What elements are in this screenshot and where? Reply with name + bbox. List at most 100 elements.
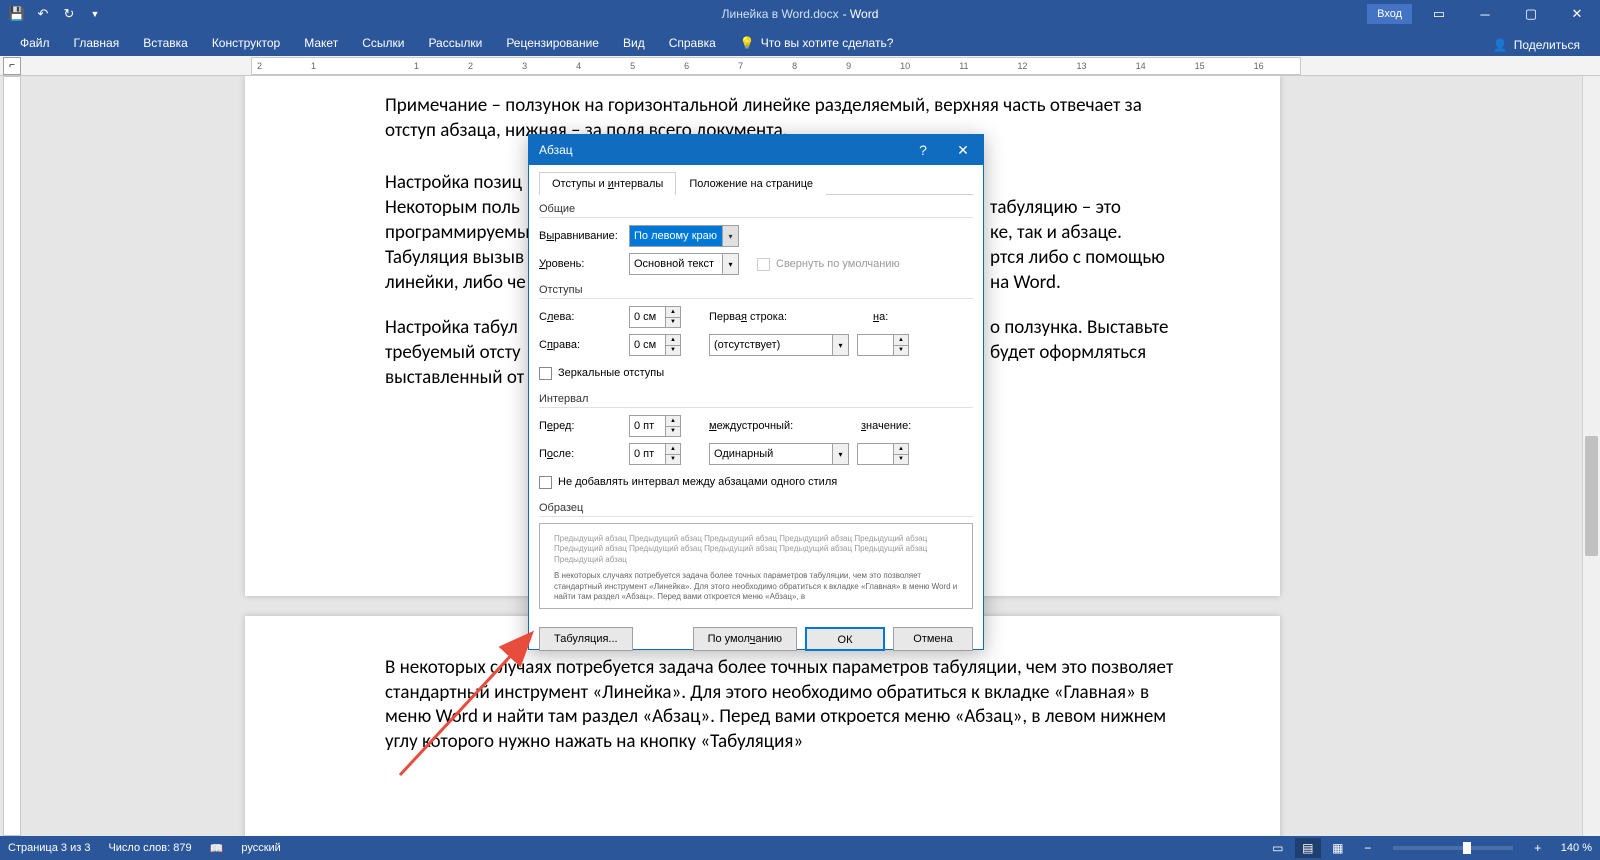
maximize-icon[interactable]: ▢ xyxy=(1508,0,1554,28)
horizontal-ruler[interactable]: 2 1 1 2 3 4 5 6 7 8 9 10 11 12 13 14 15 … xyxy=(251,57,1301,75)
mirror-checkbox[interactable] xyxy=(539,367,552,380)
close-icon[interactable]: ✕ xyxy=(1554,0,1600,28)
ruler-tick: 10 xyxy=(900,61,910,71)
zoom-out-icon[interactable]: − xyxy=(1355,838,1381,858)
redo-icon[interactable]: ↻ xyxy=(60,5,78,23)
language[interactable]: русский xyxy=(241,842,280,854)
section-general: Общие xyxy=(539,203,973,218)
lightbulb-icon: 💡 xyxy=(740,36,755,50)
spin-up-icon[interactable]: ▲ xyxy=(666,307,680,318)
spin-down-icon[interactable]: ▼ xyxy=(666,455,680,465)
alignment-dropdown[interactable]: По левому краю ▾ xyxy=(629,225,739,247)
ruler-tick: 8 xyxy=(792,61,797,71)
alignment-value: По левому краю xyxy=(634,230,717,242)
before-spinner[interactable]: 0 пт ▲▼ xyxy=(629,415,681,437)
chevron-down-icon: ▾ xyxy=(832,444,848,464)
dialog-tab-indents[interactable]: Отступы и интервалы xyxy=(539,172,676,195)
spell-check-icon[interactable]: 📖 xyxy=(210,842,224,855)
signin-button[interactable]: Вход xyxy=(1367,4,1412,24)
indent-right-spinner[interactable]: 0 см ▲▼ xyxy=(629,334,681,356)
firstline-dropdown[interactable]: (отсутствует) ▾ xyxy=(709,334,849,356)
paragraph: В некоторых случаях потребуется задача б… xyxy=(385,656,1195,755)
spin-up-icon[interactable]: ▲ xyxy=(894,444,908,455)
collapse-checkbox xyxy=(757,258,770,271)
nospace-label: Не добавлять интервал между абзацами одн… xyxy=(558,476,837,488)
minimize-icon[interactable]: ─ xyxy=(1462,0,1508,28)
dialog-title: Абзац xyxy=(539,143,573,157)
close-icon[interactable]: ✕ xyxy=(943,135,983,165)
zoom-thumb[interactable] xyxy=(1463,842,1471,854)
spin-down-icon[interactable]: ▼ xyxy=(894,346,908,356)
nospace-checkbox[interactable] xyxy=(539,476,552,489)
tell-me-search[interactable]: 💡 Что вы хотите сделать? xyxy=(728,30,906,56)
tab-references[interactable]: Ссылки xyxy=(350,30,416,56)
tab-selector[interactable]: ⌐ xyxy=(3,57,21,75)
qat-customize-icon[interactable]: ▼ xyxy=(86,5,104,23)
tab-view[interactable]: Вид xyxy=(611,30,657,56)
help-icon[interactable]: ? xyxy=(903,135,943,165)
save-icon[interactable]: 💾 xyxy=(8,5,26,23)
app-name: - Word xyxy=(843,7,879,21)
share-button[interactable]: 👤 Поделиться xyxy=(1485,34,1588,56)
collapse-label: Свернуть по умолчанию xyxy=(776,258,900,270)
label-firstline: Первая строка: xyxy=(709,311,819,323)
share-icon: 👤 xyxy=(1493,38,1508,52)
spin-up-icon[interactable]: ▲ xyxy=(894,335,908,346)
spin-up-icon[interactable]: ▲ xyxy=(666,335,680,346)
indent-right-value: 0 см xyxy=(634,339,656,351)
indent-left-spinner[interactable]: 0 см ▲▼ xyxy=(629,306,681,328)
ruler-tick: 1 xyxy=(311,61,316,71)
ruler-tick: 5 xyxy=(630,61,635,71)
dialog-title-bar[interactable]: Абзац ? ✕ xyxy=(529,135,983,165)
default-button[interactable]: По умолчанию xyxy=(693,627,797,651)
ok-button[interactable]: ОК xyxy=(805,627,885,651)
print-layout-icon[interactable]: ▤ xyxy=(1295,838,1321,858)
label-level: Уровень: xyxy=(539,258,629,270)
tab-layout[interactable]: Макет xyxy=(292,30,350,56)
ribbon-tabs: Файл Главная Вставка Конструктор Макет С… xyxy=(0,28,1600,56)
spin-up-icon[interactable]: ▲ xyxy=(666,416,680,427)
word-count[interactable]: Число слов: 879 xyxy=(108,842,191,854)
scrollbar-thumb[interactable] xyxy=(1585,436,1598,556)
web-layout-icon[interactable]: ▦ xyxy=(1325,838,1351,858)
after-spinner[interactable]: 0 пт ▲▼ xyxy=(629,443,681,465)
dialog-tab-position[interactable]: Положение на странице xyxy=(676,172,826,195)
preview-text: Предыдущий абзац Предыдущий абзац Предыд… xyxy=(554,534,958,565)
ruler-tick: 2 xyxy=(468,61,473,71)
zoom-level[interactable]: 140 % xyxy=(1561,842,1592,854)
linespace-dropdown[interactable]: Одинарный ▾ xyxy=(709,443,849,465)
spin-up-icon[interactable]: ▲ xyxy=(666,444,680,455)
read-mode-icon[interactable]: ▭ xyxy=(1265,838,1291,858)
spin-down-icon[interactable]: ▼ xyxy=(894,455,908,465)
vertical-scrollbar[interactable] xyxy=(1582,76,1600,836)
firstline-by-spinner[interactable]: ▲▼ xyxy=(857,334,909,356)
ruler-area: ⌐ 2 1 1 2 3 4 5 6 7 8 9 10 11 12 13 14 1… xyxy=(0,56,1600,76)
tab-design[interactable]: Конструктор xyxy=(200,30,292,56)
tab-insert[interactable]: Вставка xyxy=(131,30,200,56)
tab-file[interactable]: Файл xyxy=(8,30,62,56)
ruler-tick: 13 xyxy=(1077,61,1087,71)
before-value: 0 пт xyxy=(634,420,654,432)
tab-review[interactable]: Рецензирование xyxy=(494,30,611,56)
ruler-tick: 7 xyxy=(738,61,743,71)
linespace-at-spinner[interactable]: ▲▼ xyxy=(857,443,909,465)
vertical-ruler[interactable] xyxy=(3,76,21,836)
page-count[interactable]: Страница 3 из 3 xyxy=(8,842,90,854)
spin-down-icon[interactable]: ▼ xyxy=(666,346,680,356)
cancel-button[interactable]: Отмена xyxy=(893,627,973,651)
level-dropdown[interactable]: Основной текст ▾ xyxy=(629,253,739,275)
section-spacing: Интервал xyxy=(539,393,973,408)
tab-mailings[interactable]: Рассылки xyxy=(416,30,494,56)
paragraph: на Word. xyxy=(990,271,1250,296)
tab-home[interactable]: Главная xyxy=(62,30,132,56)
ribbon-display-icon[interactable]: ▭ xyxy=(1416,0,1462,28)
paragraph-dialog: Абзац ? ✕ Отступы и интервалы Положение … xyxy=(528,134,984,650)
undo-icon[interactable]: ↶ xyxy=(34,5,52,23)
tabs-button[interactable]: Табуляция... xyxy=(539,627,633,651)
ruler-tick: 4 xyxy=(576,61,581,71)
spin-down-icon[interactable]: ▼ xyxy=(666,318,680,328)
tab-help[interactable]: Справка xyxy=(657,30,728,56)
zoom-in-icon[interactable]: + xyxy=(1525,838,1551,858)
zoom-slider[interactable] xyxy=(1393,846,1513,850)
spin-down-icon[interactable]: ▼ xyxy=(666,427,680,437)
